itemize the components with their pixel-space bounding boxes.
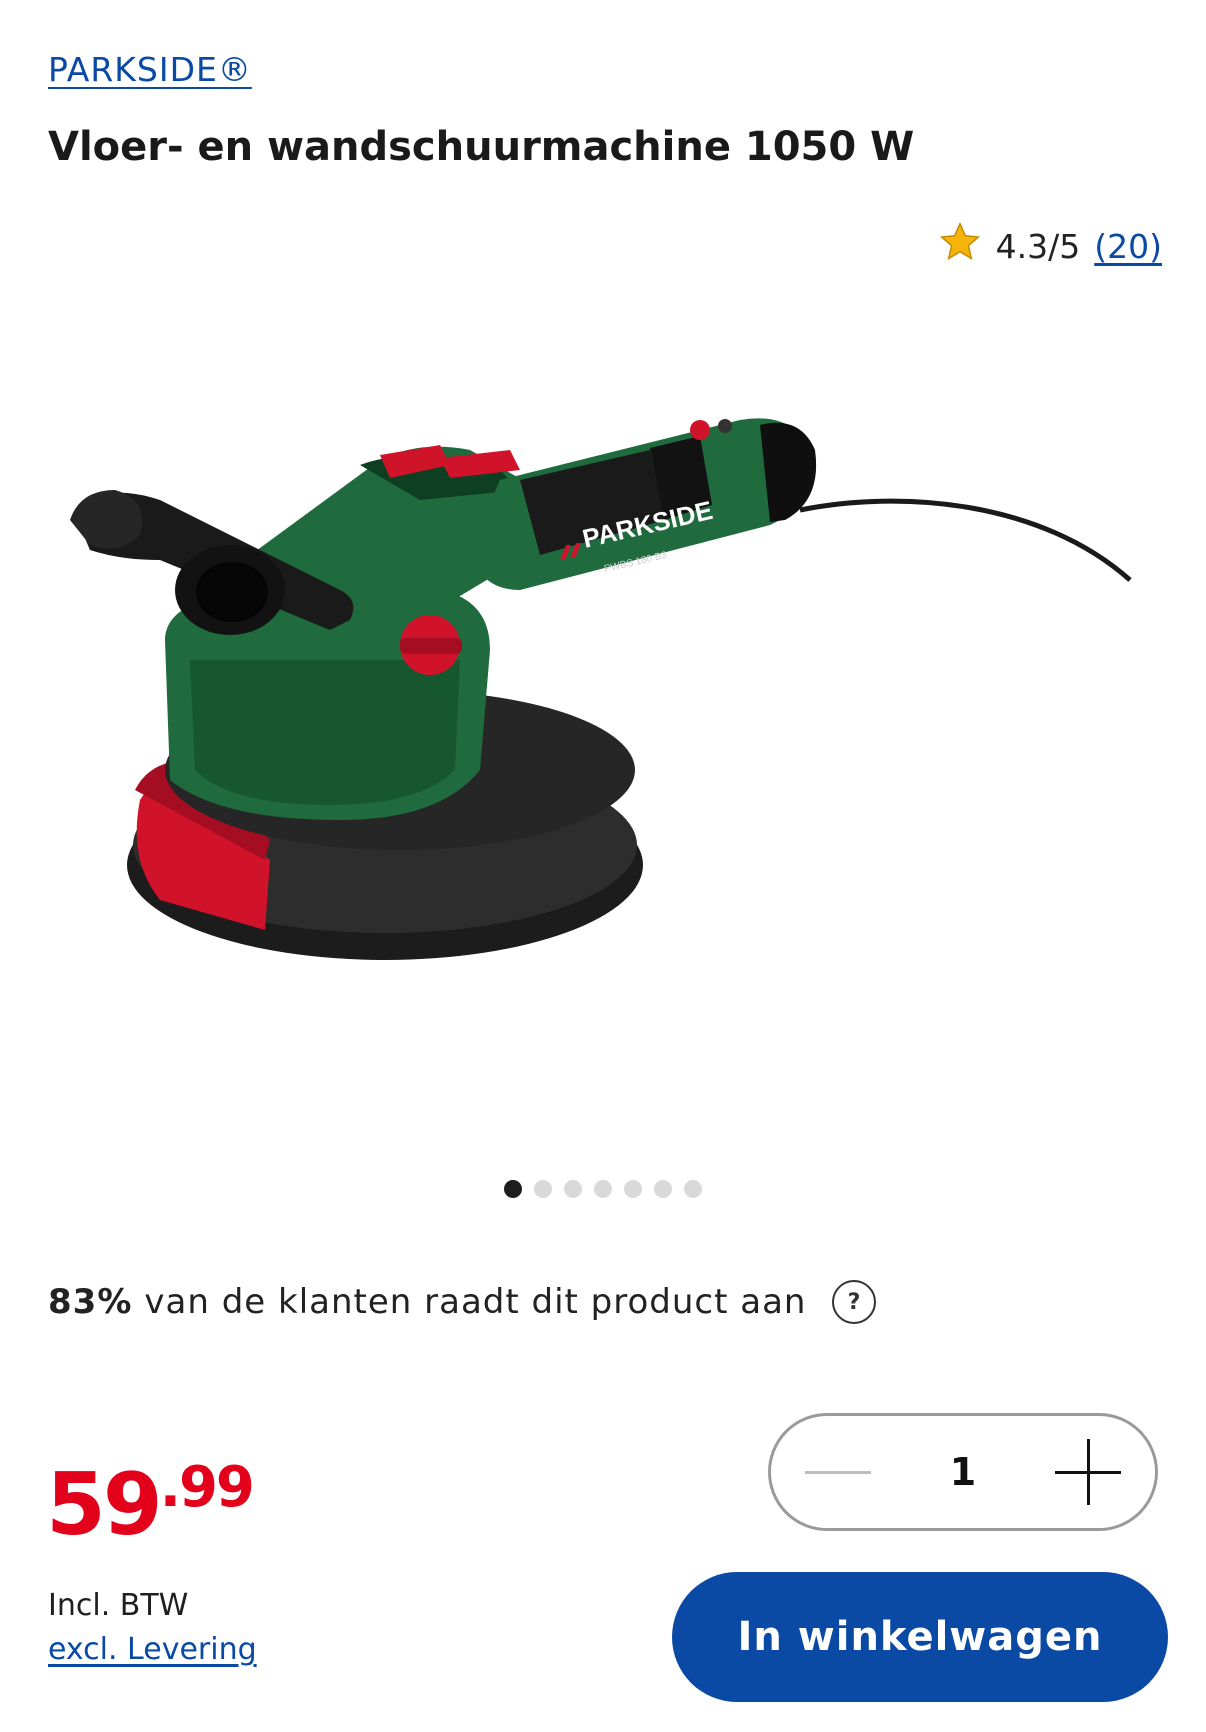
recommendation-text: van de klanten raadt dit product aan bbox=[144, 1282, 807, 1322]
rating-count-link[interactable]: (20) bbox=[1094, 227, 1162, 266]
vat-label: Incl. BTW bbox=[48, 1588, 189, 1623]
carousel-dot[interactable] bbox=[624, 1180, 642, 1198]
carousel-dot[interactable] bbox=[564, 1180, 582, 1198]
add-to-cart-button[interactable]: In winkelwagen bbox=[672, 1572, 1168, 1702]
recommendation-percent: 83% bbox=[48, 1282, 133, 1322]
carousel-dot[interactable] bbox=[534, 1180, 552, 1198]
sander-illustration: PARKSIDE PWBS 180 B3 bbox=[70, 418, 1132, 960]
price: 59.99 bbox=[46, 1460, 255, 1549]
delivery-link[interactable]: excl. Levering bbox=[48, 1632, 257, 1667]
decrease-button[interactable] bbox=[803, 1452, 873, 1492]
image-carousel-dots bbox=[0, 1180, 1206, 1198]
carousel-dot[interactable] bbox=[504, 1180, 522, 1198]
carousel-dot[interactable] bbox=[684, 1180, 702, 1198]
product-title: Vloer- en wandschuurmachine 1050 W bbox=[48, 124, 915, 170]
brand-link[interactable]: PARKSIDE® bbox=[48, 50, 252, 89]
increase-button[interactable] bbox=[1053, 1437, 1123, 1507]
rating[interactable]: 4.3/5 (20) bbox=[938, 220, 1162, 272]
price-integer: 59 bbox=[46, 1455, 163, 1555]
quantity-stepper: 1 bbox=[768, 1413, 1158, 1531]
rating-score: 4.3/5 bbox=[995, 226, 1081, 266]
quantity-value[interactable]: 1 bbox=[950, 1450, 976, 1494]
minus-icon bbox=[805, 1470, 871, 1474]
recommendation: 83% van de klanten raadt dit product aan… bbox=[48, 1280, 877, 1324]
carousel-dot[interactable] bbox=[654, 1180, 672, 1198]
product-image[interactable]: PARKSIDE PWBS 180 B3 bbox=[0, 300, 1206, 1040]
help-icon[interactable]: ? bbox=[832, 1280, 877, 1324]
star-icon bbox=[938, 220, 982, 272]
price-decimal: .99 bbox=[159, 1455, 255, 1520]
carousel-dot[interactable] bbox=[594, 1180, 612, 1198]
